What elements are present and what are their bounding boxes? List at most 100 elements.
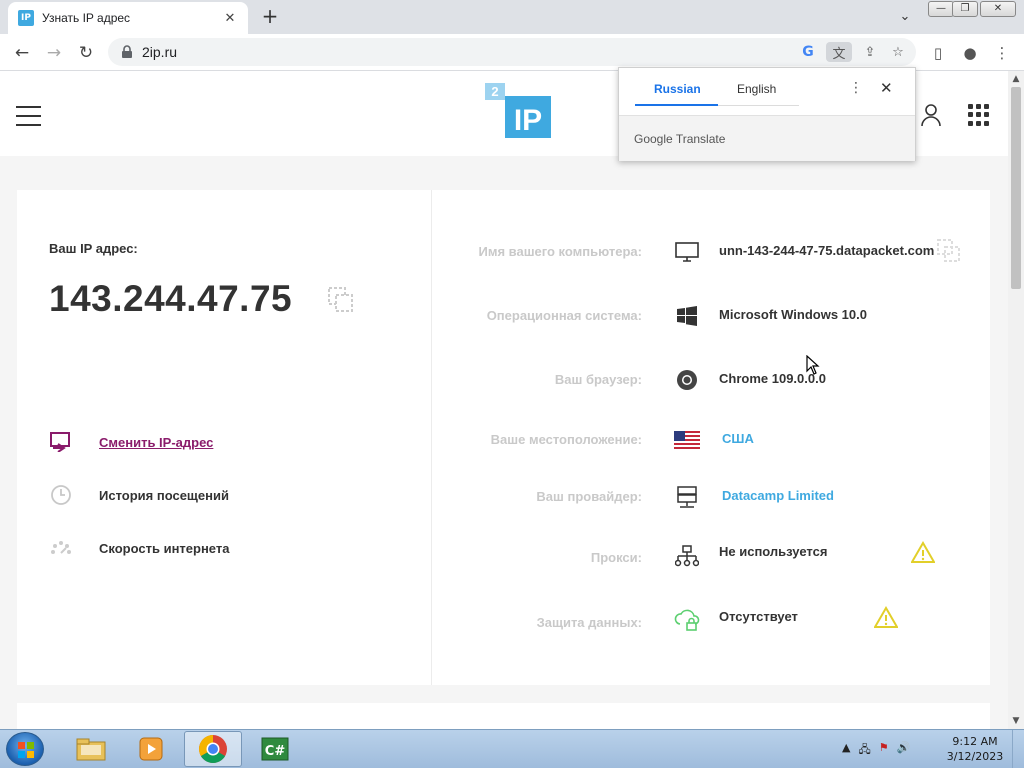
scrollbar-thumb[interactable]: [1011, 87, 1021, 289]
cloud-lock-icon: [673, 607, 701, 633]
url-text[interactable]: 2ip.ru: [142, 44, 177, 60]
tab-search-chevron-icon[interactable]: ⌄: [893, 6, 917, 28]
share-icon[interactable]: ⇪: [860, 42, 880, 62]
action-center-flag-icon[interactable]: ⚑: [879, 741, 889, 760]
protection-label: Защита данных:: [536, 615, 642, 630]
clock-time: 9:12 AM: [952, 735, 998, 748]
logo-badge: 2: [491, 84, 498, 99]
change-ip-link[interactable]: Сменить IP-адрес: [49, 430, 213, 454]
maximize-button[interactable]: ❐: [952, 1, 978, 17]
monitor-icon: [673, 239, 701, 265]
page-scrollbar[interactable]: ▲ ▼: [1008, 71, 1024, 729]
media-player-taskbar-button[interactable]: [122, 731, 180, 767]
clock-history-icon: [49, 483, 73, 507]
profile-icon[interactable]: ●: [958, 41, 982, 65]
tab-title: Узнать IP адрес: [42, 11, 131, 25]
hamburger-menu-icon[interactable]: [16, 106, 41, 133]
forward-button[interactable]: →: [42, 41, 66, 65]
chrome-taskbar-button[interactable]: [184, 731, 242, 767]
ip-label: Ваш IP адрес:: [49, 241, 138, 256]
copy-icon[interactable]: [327, 286, 355, 314]
warning-icon[interactable]: [874, 606, 898, 628]
info-row-provider: Ваш провайдер: Datacamp Limited: [431, 477, 990, 517]
folder-icon: [76, 738, 106, 761]
speed-test-link[interactable]: Скорость интернета: [49, 536, 229, 560]
side-panel-icon[interactable]: ▯: [926, 41, 950, 65]
info-row-proxy: Прокси: Не используется: [431, 533, 990, 573]
volume-icon[interactable]: 🔊: [897, 741, 911, 760]
bookmark-star-icon[interactable]: ☆: [888, 42, 908, 62]
info-row-computer: Имя вашего компьютера: unn-143-244-47-75…: [431, 232, 990, 272]
info-row-protection: Защита данных: Отсутствует: [431, 598, 990, 638]
network-tree-icon: [673, 543, 701, 569]
new-tab-button[interactable]: +: [258, 4, 282, 28]
active-tab-indicator: [635, 104, 718, 106]
minimize-button[interactable]: —: [928, 1, 954, 17]
scroll-up-arrow-icon[interactable]: ▲: [1008, 71, 1024, 87]
close-window-button[interactable]: ✕: [980, 1, 1016, 17]
os-value: Microsoft Windows 10.0: [719, 307, 867, 322]
change-ip-icon: [49, 430, 73, 454]
csharp-icon: C#: [261, 737, 289, 761]
location-value[interactable]: США: [722, 431, 754, 446]
chrome-logo-icon: [199, 735, 227, 763]
user-icon[interactable]: [920, 103, 942, 127]
protection-value: Отсутствует: [719, 609, 798, 624]
os-label: Операционная система:: [486, 308, 642, 323]
warning-icon[interactable]: [911, 541, 935, 563]
google-translate-brand: Google Translate: [634, 132, 726, 146]
site-logo[interactable]: 2 IP: [485, 83, 553, 139]
more-options-icon[interactable]: ⋮: [849, 80, 863, 96]
chrome-icon: [673, 367, 701, 393]
next-section-card: [17, 703, 990, 729]
tab-close-icon[interactable]: ✕: [222, 10, 238, 26]
info-row-browser: Ваш браузер: Chrome 109.0.0.0: [431, 360, 990, 400]
page-viewport: 2 IP Ваш IP адрес: 143.244.47.75 Сменить…: [0, 71, 1008, 729]
start-button[interactable]: [6, 732, 44, 766]
show-desktop-button[interactable]: [1012, 730, 1024, 768]
speed-test-label: Скорость интернета: [99, 540, 230, 556]
network-icon[interactable]: 🖧: [858, 741, 870, 760]
csharp-app-taskbar-button[interactable]: C#: [246, 731, 304, 767]
browser-label: Ваш браузер:: [554, 372, 642, 387]
logo-text: IP: [514, 104, 542, 137]
history-label: История посещений: [99, 487, 229, 503]
speedometer-icon: [49, 536, 73, 560]
change-ip-label[interactable]: Сменить IP-адрес: [99, 435, 213, 450]
site-favicon: IP: [18, 10, 34, 26]
tab-english[interactable]: English: [737, 82, 776, 96]
server-icon: [673, 484, 701, 510]
tab-russian[interactable]: Russian: [654, 82, 701, 96]
windows-logo-icon: [18, 742, 34, 758]
taskbar-clock[interactable]: 9:12 AM 3/12/2023: [940, 734, 1010, 764]
browser-menu-icon[interactable]: ⋮: [990, 41, 1014, 65]
tray-expand-arrow-icon[interactable]: ▲: [842, 741, 850, 760]
ip-info-card: Ваш IP адрес: 143.244.47.75 Сменить IP-а…: [17, 190, 990, 685]
proxy-value: Не используется: [719, 544, 828, 559]
copy-hostname-icon[interactable]: [936, 238, 962, 264]
close-popup-icon[interactable]: ✕: [880, 79, 893, 97]
address-bar[interactable]: 2ip.ru G 文 ⇪ ☆: [108, 38, 916, 66]
back-button[interactable]: ←: [10, 41, 34, 65]
lock-icon[interactable]: [120, 45, 134, 59]
google-lens-icon[interactable]: G: [798, 42, 818, 62]
computer-name-value: unn-143-244-47-75.datapacket.com: [719, 243, 935, 258]
system-tray: ▲ 🖧 ⚑ 🔊: [842, 741, 910, 760]
history-link[interactable]: История посещений: [49, 483, 229, 507]
computer-name-label: Имя вашего компьютера:: [478, 244, 642, 259]
ip-address-value[interactable]: 143.244.47.75: [49, 278, 292, 320]
translate-icon[interactable]: 文: [826, 42, 852, 62]
tab-active[interactable]: IP Узнать IP адрес ✕: [8, 2, 248, 34]
info-row-os: Операционная система: Microsoft Windows …: [431, 296, 990, 336]
provider-value[interactable]: Datacamp Limited: [722, 488, 834, 503]
reload-button[interactable]: ↻: [74, 41, 98, 65]
tab-strip: IP Узнать IP адрес ✕ + ⌄ — ❐ ✕: [0, 0, 1024, 34]
apps-grid-icon[interactable]: [968, 104, 990, 126]
scroll-down-arrow-icon[interactable]: ▼: [1008, 713, 1024, 729]
browser-toolbar: ← → ↻ 2ip.ru G 文 ⇪ ☆ ▯ ● ⋮: [0, 34, 1024, 71]
provider-label: Ваш провайдер:: [536, 489, 642, 504]
explorer-taskbar-button[interactable]: [62, 731, 120, 767]
mouse-cursor-icon: [806, 355, 820, 375]
info-row-location: Ваше местоположение: США: [431, 420, 990, 460]
location-label: Ваше местоположение:: [490, 432, 642, 447]
